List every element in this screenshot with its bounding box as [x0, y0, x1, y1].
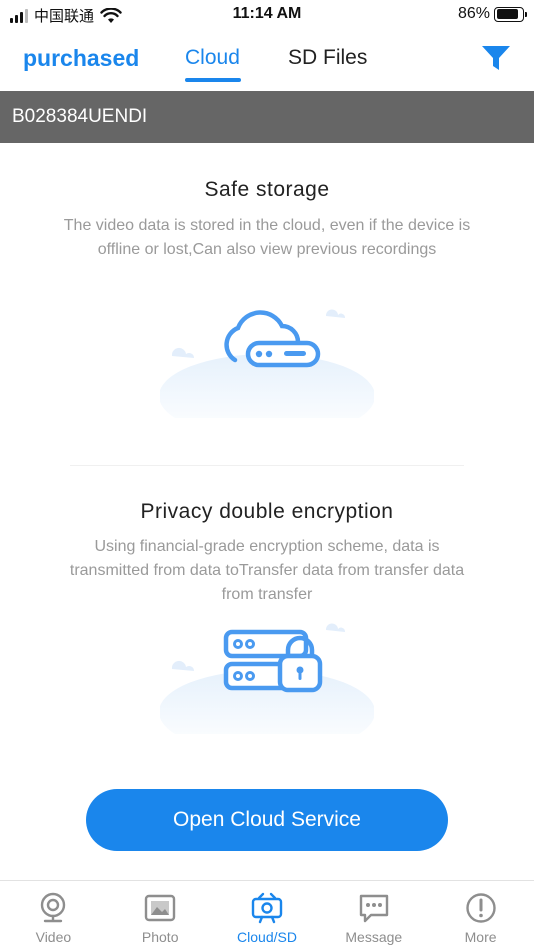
status-time: 11:14 AM — [232, 5, 302, 22]
nav-label-cloud-sd: Cloud/SD — [237, 929, 297, 945]
filter-icon[interactable] — [480, 42, 512, 74]
photo-icon — [144, 894, 176, 922]
device-bar: B028384UENDI — [0, 91, 534, 143]
message-icon — [359, 894, 388, 923]
tab-purchased[interactable]: purchased — [23, 45, 139, 72]
nav-label-photo: Photo — [141, 929, 179, 945]
webcam-icon — [41, 892, 66, 923]
status-right: 86% — [457, 5, 527, 23]
top-tab-bar: purchased Cloud SD Files — [0, 34, 534, 90]
nav-item-photo[interactable]: Photo — [107, 881, 214, 950]
tab-cloud[interactable]: Cloud — [185, 46, 240, 70]
nav-label-video: Video — [35, 929, 72, 945]
battery-fill — [496, 9, 518, 19]
section-divider — [70, 465, 464, 466]
battery-icon — [494, 6, 527, 22]
nav-item-video[interactable]: Video — [0, 881, 107, 950]
open-cloud-service-button[interactable]: Open Cloud Service — [86, 789, 448, 851]
exclamation-icon — [465, 893, 496, 923]
nav-item-message[interactable]: Message — [320, 881, 427, 950]
feature-desc-safe-storage: The video data is stored in the cloud, e… — [63, 217, 471, 258]
feature-title-safe-storage: Safe storage — [204, 178, 330, 201]
device-id: B028384UENDI — [12, 106, 148, 127]
battery-percent: 86% — [457, 5, 490, 22]
nav-label-more: More — [464, 929, 497, 945]
nav-label-message: Message — [345, 929, 403, 945]
status-bar: 中国联通 11:14 AM 86% — [0, 0, 534, 30]
tab-sd-files[interactable]: SD Files — [288, 46, 367, 70]
server-lock-icon — [160, 623, 374, 734]
active-tab-indicator — [185, 78, 241, 82]
feature-desc-privacy-encryption: Using financial-grade encryption scheme,… — [69, 538, 465, 603]
camera-icon — [251, 892, 283, 924]
feature-title-privacy-encryption: Privacy double encryption — [140, 500, 394, 523]
bottom-nav: Video Photo Cloud/SD Message More — [0, 880, 534, 950]
cloud-server-icon — [160, 309, 374, 418]
nav-item-cloud-sd[interactable]: Cloud/SD — [214, 881, 321, 950]
nav-item-more[interactable]: More — [427, 881, 534, 950]
